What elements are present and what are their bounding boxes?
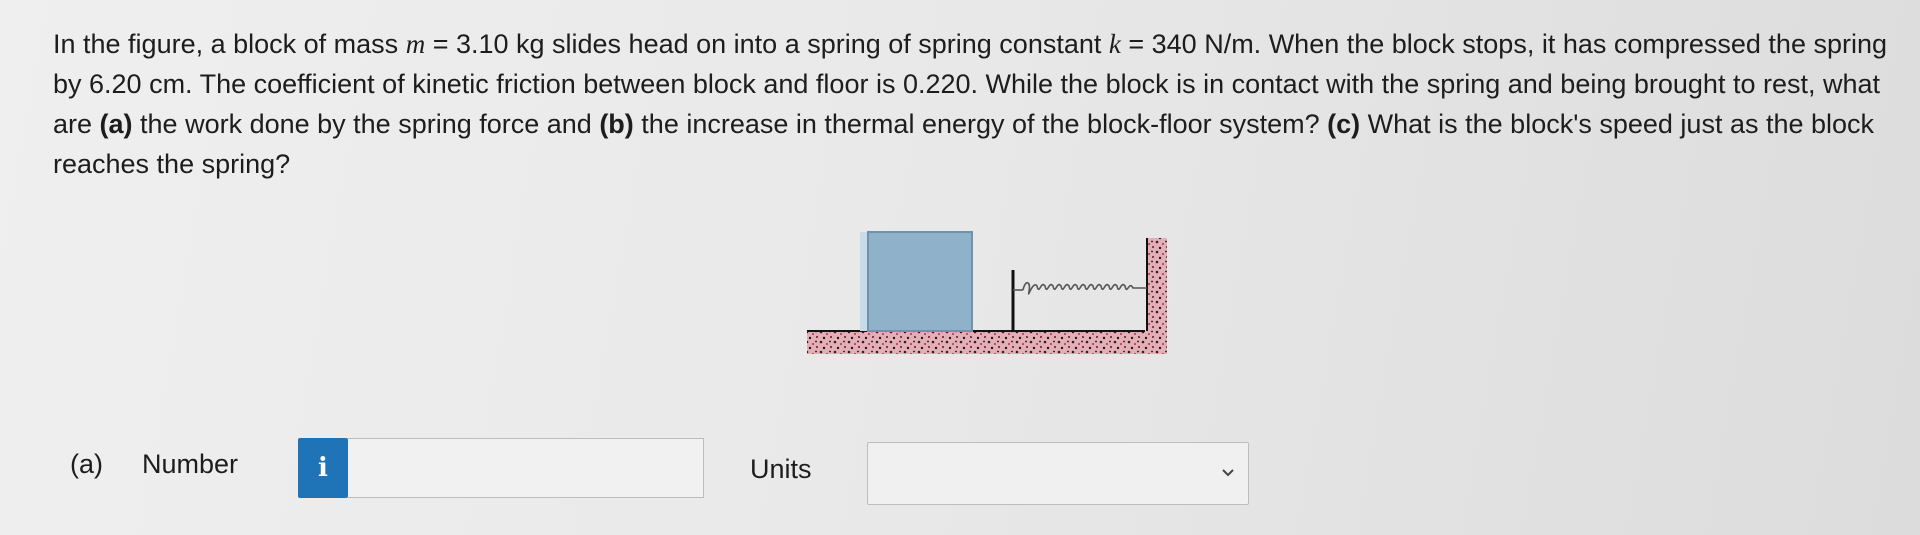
chevron-down-icon — [1222, 469, 1234, 477]
block-spring-figure — [807, 231, 1167, 354]
floor — [807, 331, 1167, 354]
units-dropdown[interactable] — [867, 442, 1249, 505]
number-label: Number — [142, 449, 239, 479]
part-a-label: (a) — [70, 449, 103, 479]
part-b-label: (b) — [599, 109, 634, 139]
question-text: In the figure, a block of mass m = 3.10 … — [53, 29, 1887, 179]
info-icon[interactable]: i — [298, 438, 348, 498]
part-a-label: (a) — [99, 109, 133, 139]
units-label: Units — [750, 454, 812, 484]
mass-variable: m — [405, 29, 426, 59]
number-input[interactable] — [348, 438, 704, 498]
block — [867, 231, 973, 332]
wall — [1147, 238, 1167, 354]
part-c-label: (c) — [1327, 109, 1361, 139]
spring — [1022, 281, 1147, 295]
spring-constant-variable: k — [1108, 29, 1121, 59]
